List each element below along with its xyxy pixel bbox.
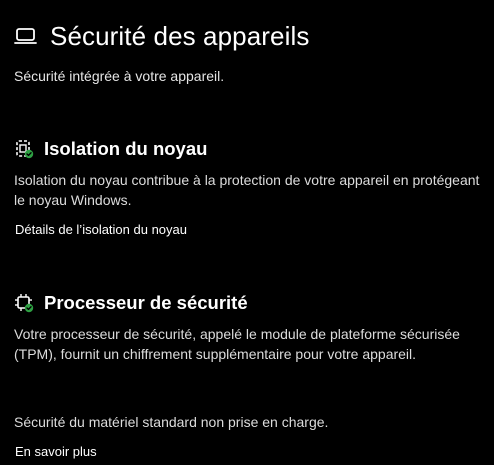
page-header: Sécurité des appareils [14,20,309,52]
security-processor-header: Processeur de sécurité [14,291,248,315]
security-chip-icon [14,293,34,313]
learn-more-link[interactable]: En savoir plus [15,443,97,461]
security-processor-description: Votre processeur de sécurité, appelé le … [14,326,460,362]
security-processor-title: Processeur de sécurité [44,292,248,313]
core-isolation-description: Isolation du noyau contribue à la protec… [14,172,480,208]
core-isolation-title: Isolation du noyau [44,138,208,159]
core-isolation-shield-icon [14,139,34,159]
page-title: Sécurité des appareils [50,21,310,51]
hardware-security-status: Sécurité du matériel standard non prise … [14,414,329,430]
core-isolation-header: Isolation du noyau [14,137,207,161]
core-isolation-details-link[interactable]: Détails de l’isolation du noyau [15,221,187,239]
page-subtitle: Sécurité intégrée à votre appareil. [14,68,225,84]
laptop-icon [14,26,38,46]
